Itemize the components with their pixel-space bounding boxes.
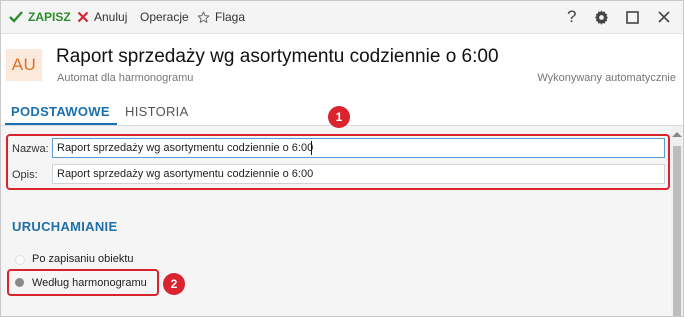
cancel-label: Anuluj (94, 10, 128, 24)
page-subtitle: Automat dla harmonogramu (57, 72, 194, 84)
highlight-box-schedule (7, 269, 159, 296)
flag-label: Flaga (215, 10, 246, 24)
toolbar: ZAPISZ Anuluj Operacje Flaga ? (1, 1, 683, 34)
page-title: Raport sprzedaży wg asortymentu codzienn… (56, 46, 499, 67)
window: ZAPISZ Anuluj Operacje Flaga ? AU Raport… (0, 0, 684, 317)
avatar: AU (6, 49, 42, 81)
cancel-button[interactable]: Anuluj (77, 1, 127, 33)
flag-button[interactable]: Flaga (197, 1, 245, 33)
callout-badge-1: 1 (328, 106, 350, 128)
operations-button[interactable]: Operacje (140, 1, 189, 33)
scroll-up-icon[interactable] (672, 132, 682, 137)
section-title-run: URUCHAMIANIE (12, 219, 118, 234)
help-icon[interactable]: ? (567, 1, 576, 33)
close-icon[interactable] (658, 1, 670, 33)
operations-label: Operacje (140, 10, 189, 24)
scroll-thumb[interactable] (673, 146, 681, 316)
radio-label-after-save[interactable]: Po zapisaniu obiektu (32, 253, 134, 265)
save-label: ZAPISZ (28, 10, 71, 24)
x-icon (77, 11, 89, 23)
scrollbar[interactable] (671, 126, 683, 316)
highlight-box-fields (6, 134, 670, 190)
radio-after-save[interactable] (15, 255, 25, 265)
check-icon (9, 11, 23, 23)
callout-badge-2: 2 (163, 273, 185, 295)
maximize-icon[interactable] (626, 1, 639, 33)
page-status: Wykonywany automatycznie (537, 72, 676, 84)
tab-historia[interactable]: HISTORIA (125, 99, 189, 124)
tab-podstawowe[interactable]: PODSTAWOWE (5, 99, 117, 125)
gear-icon[interactable] (594, 1, 609, 33)
star-icon (197, 11, 210, 23)
save-button[interactable]: ZAPISZ (9, 1, 71, 33)
